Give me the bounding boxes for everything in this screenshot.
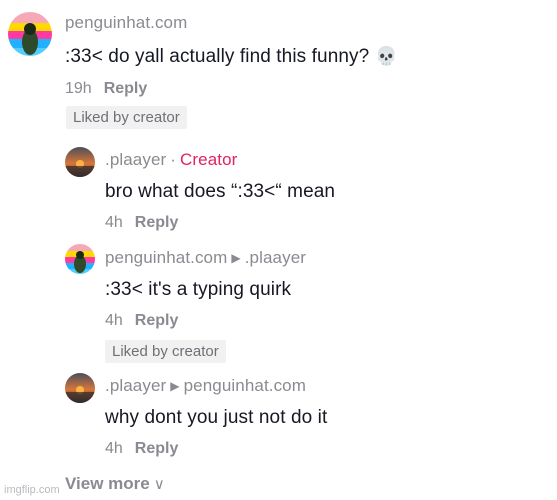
avatar-penguinhat[interactable] <box>8 12 52 56</box>
reply-button[interactable]: Reply <box>104 80 148 97</box>
username-label[interactable]: .plaayer <box>105 150 166 169</box>
creator-badge: Creator <box>180 150 238 169</box>
comment-4-meta: 4h Reply <box>105 440 178 458</box>
liked-by-creator-badge: Liked by creator <box>105 340 226 363</box>
comment-text: why dont you just not do it <box>105 407 328 428</box>
liked-by-creator-badge: Liked by creator <box>66 106 187 129</box>
reply-to-username[interactable]: penguinhat.com <box>184 376 306 395</box>
comment-3-username[interactable]: penguinhat.com ▶ .plaayer <box>105 248 306 268</box>
liked-label: Liked by creator <box>73 109 180 126</box>
timestamp: 4h <box>105 312 123 329</box>
avatar-plaayer[interactable] <box>65 373 95 403</box>
view-more-button[interactable]: View more ∨ <box>65 474 165 494</box>
comment-2-meta: 4h Reply <box>105 214 178 232</box>
comment-1-meta: 19h Reply <box>65 80 147 98</box>
pride-flag-avatar-icon <box>8 12 52 56</box>
comment-3-text: :33< it's a typing quirk <box>105 279 291 301</box>
watermark-label: imgflip.com <box>4 484 60 496</box>
reply-to-username[interactable]: .plaayer <box>245 248 306 267</box>
comment-1-text: :33< do yall actually find this funny? 💀 <box>65 46 398 68</box>
imgflip-watermark: imgflip.com <box>4 484 60 496</box>
avatar-penguinhat[interactable] <box>65 244 95 274</box>
reply-button[interactable]: Reply <box>135 312 179 329</box>
triangle-right-icon: ▶ <box>170 379 180 393</box>
skull-emoji-icon: 💀 <box>375 46 398 67</box>
comment-4-username[interactable]: .plaayer ▶ penguinhat.com <box>105 376 306 396</box>
username-label[interactable]: penguinhat.com <box>65 13 187 32</box>
sunset-avatar-icon <box>65 373 95 403</box>
view-more-label[interactable]: View more <box>65 474 150 493</box>
avatar-plaayer[interactable] <box>65 147 95 177</box>
comment-3-meta: 4h Reply <box>105 312 178 330</box>
sunset-avatar-icon <box>65 147 95 177</box>
comment-text: :33< do yall actually find this funny? <box>65 46 370 67</box>
comment-text: :33< it's a typing quirk <box>105 279 292 300</box>
comment-1-username[interactable]: penguinhat.com <box>65 13 187 33</box>
reply-button[interactable]: Reply <box>135 214 179 231</box>
username-label[interactable]: penguinhat.com <box>105 248 227 267</box>
chevron-down-icon: ∨ <box>153 476 165 493</box>
comment-text: bro what does “:33<“ mean <box>105 181 336 202</box>
comment-thread: penguinhat.com :33< do yall actually fin… <box>0 0 557 500</box>
comment-4-text: why dont you just not do it <box>105 407 327 429</box>
comment-2-username[interactable]: .plaayer · Creator <box>105 150 237 170</box>
pride-flag-avatar-icon <box>65 244 95 274</box>
liked-label: Liked by creator <box>112 343 219 360</box>
timestamp: 4h <box>105 440 123 457</box>
timestamp: 4h <box>105 214 123 231</box>
comment-2-text: bro what does “:33<“ mean <box>105 181 335 203</box>
username-label[interactable]: .plaayer <box>105 376 166 395</box>
timestamp: 19h <box>65 80 92 97</box>
reply-button[interactable]: Reply <box>135 440 179 457</box>
triangle-right-icon: ▶ <box>231 251 241 265</box>
